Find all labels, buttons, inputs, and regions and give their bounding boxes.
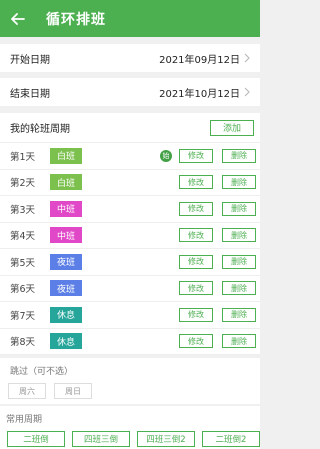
app-bar: 循环排班: [0, 0, 260, 37]
edit-button[interactable]: 修改: [179, 175, 213, 190]
shift-tag: 休息: [50, 333, 82, 350]
shift-tag: 夜班: [50, 253, 82, 270]
common-cycle-button[interactable]: 二班倒: [7, 431, 65, 447]
shift-tag: 休息: [50, 306, 82, 323]
day-row: 第2天 白班 修改 删除: [0, 170, 260, 196]
delete-button[interactable]: 删除: [222, 307, 256, 322]
end-date-label: 结束日期: [10, 88, 50, 100]
delete-button[interactable]: 删除: [222, 254, 256, 269]
shift-cycle-section: 我的轮班周期 添加 第1天 白班始修改 删除 第2天 白班 修改 删除 第3天 中班 修改 删除 第4…: [0, 113, 260, 355]
skip-options: 周六 周日: [8, 383, 260, 399]
day-label: 第5天: [10, 257, 36, 269]
day-row: 第3天 中班 修改 删除: [0, 196, 260, 223]
shift-tag: 中班: [50, 227, 82, 244]
day-label: 第2天: [10, 178, 36, 190]
day-row: 第6天 夜班 修改 删除: [0, 276, 260, 302]
day-label: 第1天: [10, 151, 36, 163]
edit-button[interactable]: 修改: [179, 334, 213, 349]
day-row: 第8天 休息 修改 删除: [0, 329, 260, 355]
common-title: 常用周期: [6, 415, 43, 425]
shift-tag: 白班: [50, 147, 82, 164]
cycle-header: 我的轮班周期 添加: [0, 113, 260, 143]
day-row: 第5天 夜班 修改 删除: [0, 249, 260, 276]
day-list: 第1天 白班始修改 删除 第2天 白班 修改 删除 第3天 中班 修改 删除 第4天 中班 修改 删除 第5天…: [0, 143, 260, 355]
day-label: 第7天: [10, 310, 36, 322]
cycle-title: 我的轮班周期: [10, 124, 70, 135]
end-date-value: 2021年10月12日: [159, 88, 240, 100]
common-cycle-list: 二班倒 四班三倒 四班三倒2 二班倒2: [7, 431, 260, 447]
common-cycle-button[interactable]: 四班三倒2: [137, 431, 195, 447]
delete-button[interactable]: 删除: [222, 175, 256, 190]
edit-button[interactable]: 修改: [179, 307, 213, 322]
edit-button[interactable]: 修改: [179, 148, 213, 163]
page-title: 循环排班: [46, 11, 106, 28]
edit-button[interactable]: 修改: [179, 201, 213, 216]
back-arrow-icon[interactable]: [8, 9, 28, 29]
edit-button[interactable]: 修改: [179, 281, 213, 296]
day-label: 第3天: [10, 204, 36, 216]
day-label: 第8天: [10, 337, 36, 349]
skip-title: 跳过（可不选）: [10, 367, 74, 377]
common-cycle-button[interactable]: 四班三倒: [72, 431, 130, 447]
start-date-label: 开始日期: [10, 54, 50, 66]
common-cycles-section: 常用周期 二班倒 四班三倒 四班三倒2 二班倒2: [0, 406, 260, 449]
delete-button[interactable]: 删除: [222, 148, 256, 163]
delete-button[interactable]: 删除: [222, 228, 256, 243]
skip-section: 跳过（可不选） 周六 周日: [0, 358, 260, 404]
chevron-right-icon: [244, 87, 254, 97]
start-date-value: 2021年09月12日: [159, 54, 240, 66]
edit-button[interactable]: 修改: [179, 254, 213, 269]
start-badge: 始: [160, 149, 172, 162]
day-row: 第7天 休息 修改 删除: [0, 302, 260, 329]
shift-tag: 中班: [50, 200, 82, 217]
delete-button[interactable]: 删除: [222, 281, 256, 296]
shift-tag: 夜班: [50, 280, 82, 297]
common-cycle-button[interactable]: 二班倒2: [202, 431, 260, 447]
edit-button[interactable]: 修改: [179, 228, 213, 243]
shift-tag: 白班: [50, 174, 82, 191]
day-label: 第6天: [10, 284, 36, 296]
day-row: 第4天 中班 修改 删除: [0, 223, 260, 249]
end-date-row[interactable]: 结束日期 2021年10月12日: [0, 78, 260, 106]
delete-button[interactable]: 删除: [222, 201, 256, 216]
delete-button[interactable]: 删除: [222, 334, 256, 349]
day-row: 第1天 白班 始修改 删除: [0, 143, 260, 170]
day-label: 第4天: [10, 231, 36, 243]
add-button[interactable]: 添加: [210, 119, 254, 136]
start-date-row[interactable]: 开始日期 2021年09月12日: [0, 44, 260, 72]
skip-option[interactable]: 周六: [8, 383, 46, 399]
skip-option[interactable]: 周日: [54, 383, 92, 399]
chevron-right-icon: [244, 53, 254, 63]
